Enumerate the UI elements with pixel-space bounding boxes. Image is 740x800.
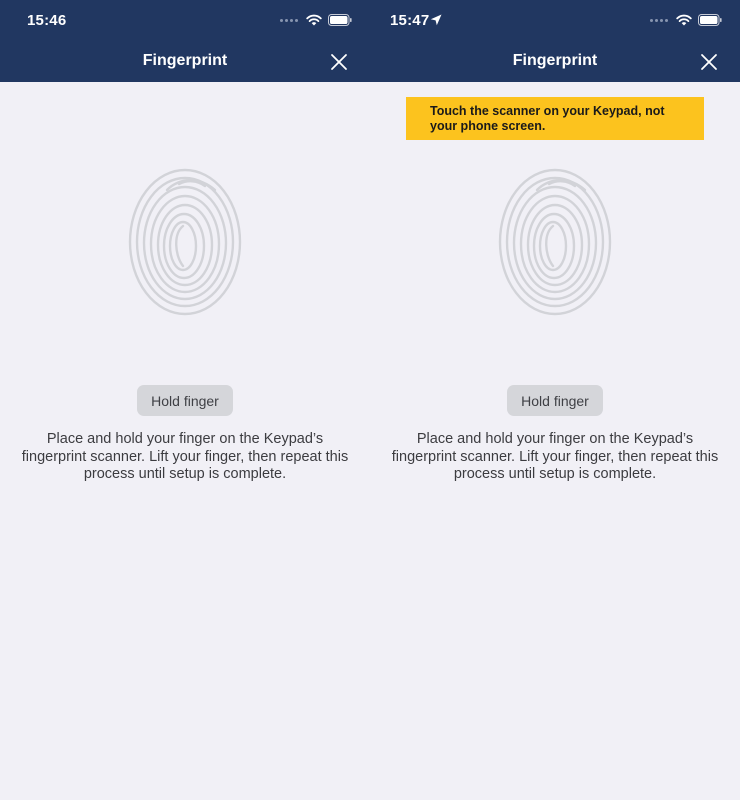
hold-finger-button[interactable]: Hold finger — [507, 385, 603, 416]
stage: 15:46 Fingerprint Hold finger Place and … — [0, 0, 740, 800]
location-arrow-icon — [430, 14, 442, 26]
phone-screen-1: 15:46 Fingerprint Hold finger Place and … — [0, 0, 370, 800]
wifi-icon — [676, 14, 692, 26]
phone-screen-2: 15:47 Fingerprint Touch the scanner on y… — [370, 0, 740, 800]
wifi-icon — [306, 14, 322, 26]
status-time: 15:47 — [390, 12, 430, 29]
hold-finger-button[interactable]: Hold finger — [137, 385, 233, 416]
nav-title: Fingerprint — [142, 52, 228, 69]
cellular-signal-icon — [650, 18, 668, 22]
warning-banner-text: Touch the scanner on your Keypad, not yo… — [430, 104, 665, 133]
warning-banner: Touch the scanner on your Keypad, not yo… — [406, 97, 704, 140]
cellular-signal-icon — [280, 18, 298, 22]
fingerprint-icon — [128, 168, 242, 316]
status-icons — [280, 14, 352, 26]
fingerprint-icon — [498, 168, 612, 316]
top-bar: 15:47 Fingerprint — [370, 0, 740, 82]
status-icons — [650, 14, 722, 26]
status-time: 15:46 — [27, 12, 67, 29]
nav-title: Fingerprint — [512, 52, 598, 69]
top-bar: 15:46 Fingerprint — [0, 0, 370, 82]
battery-icon — [698, 14, 722, 26]
close-icon[interactable] — [330, 53, 348, 71]
instructions-text: Place and hold your finger on the Keypad… — [21, 431, 349, 482]
battery-icon — [328, 14, 352, 26]
instructions-text: Place and hold your finger on the Keypad… — [391, 431, 719, 482]
close-icon[interactable] — [700, 53, 718, 71]
